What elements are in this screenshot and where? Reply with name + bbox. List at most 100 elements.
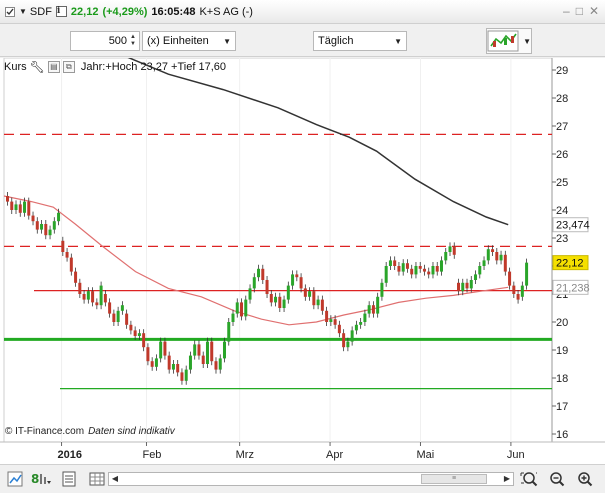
candle [184, 369, 188, 381]
candle [10, 201, 14, 210]
candle [350, 330, 354, 342]
candle [401, 263, 405, 272]
candle [346, 341, 350, 348]
x-tick-label: Mai [416, 449, 434, 461]
candle [27, 201, 31, 216]
scroll-thumb[interactable]: ≡ [421, 474, 487, 484]
candle [74, 271, 78, 283]
candle [231, 313, 235, 322]
candle [86, 291, 90, 300]
year-range-info: Jahr:+Hoch 23,27 +Tief 17,60 [80, 61, 226, 73]
candle [405, 263, 409, 269]
candle [197, 344, 201, 356]
candle [261, 268, 265, 280]
print-icon[interactable] [60, 470, 78, 488]
candle [312, 291, 316, 306]
period-select-label: Täglich [318, 35, 354, 47]
indicator-icon[interactable]: 8 [30, 470, 51, 488]
zoom-fit-icon[interactable] [520, 470, 538, 488]
y-tick-label: 16 [556, 429, 568, 441]
candle [478, 266, 482, 275]
candle [286, 285, 290, 300]
info-icon[interactable]: i [55, 6, 67, 17]
price-change: (+4,29%) [102, 5, 148, 18]
candle [137, 333, 141, 336]
candle [167, 355, 171, 370]
candle [380, 282, 384, 297]
copy-icon[interactable]: ⧉ [62, 61, 75, 73]
candle [474, 274, 478, 280]
x-tick-label: Mrz [236, 449, 254, 461]
candle [103, 294, 107, 303]
candle [142, 333, 146, 348]
candle [457, 282, 461, 292]
bottom-toolbar: 8 ◀ ≡ ▶ [0, 464, 605, 493]
timeline-scrollbar[interactable]: ◀ ≡ ▶ [108, 472, 514, 486]
candle [376, 296, 380, 314]
unit-select[interactable]: (x) Einheiten ▼ [142, 31, 236, 51]
spin-arrows-icon[interactable]: ▲ ▼ [130, 34, 136, 48]
candle [252, 277, 256, 289]
x-tick-label: Jun [507, 449, 525, 461]
candle [193, 344, 197, 356]
candle [95, 302, 99, 306]
table-icon[interactable] [88, 470, 106, 488]
candle [108, 302, 112, 314]
close-button[interactable]: ✕ [589, 4, 599, 18]
period-select[interactable]: Täglich ▼ [313, 31, 407, 51]
value-label: 23,474 [556, 220, 590, 232]
timestamp: 16:05:48 [151, 5, 196, 18]
candle [35, 221, 39, 230]
window-controls: – □ ✕ [563, 4, 599, 18]
chevron-down-icon: ▼ [394, 36, 402, 46]
candle [278, 296, 282, 308]
candle [320, 299, 324, 311]
candle [159, 341, 163, 359]
candle [439, 260, 443, 272]
restore-button[interactable]: □ [576, 4, 583, 18]
wrench-icon[interactable]: 🔧︎ [30, 60, 45, 74]
candle [91, 291, 95, 303]
value-label: 22,12 [556, 258, 584, 270]
chart-type-button[interactable]: ▼ [486, 28, 532, 54]
price-chart[interactable]: 29282726252423222120191817162016FebMrzAp… [0, 58, 605, 464]
x-tick-label: Apr [326, 449, 343, 461]
candle [491, 249, 495, 252]
zoom-in-icon[interactable] [576, 470, 594, 488]
candle [188, 355, 192, 370]
candle [371, 305, 375, 314]
document-icon[interactable]: ▤ [47, 61, 60, 73]
chart-panel[interactable]: 29282726252423222120191817162016FebMrzAp… [0, 58, 605, 464]
svg-text:8: 8 [31, 472, 39, 486]
symbol-dropdown[interactable]: ▼ SDF [4, 6, 52, 18]
candle [465, 282, 469, 289]
candle [388, 260, 392, 266]
y-tick-label: 17 [556, 401, 568, 413]
y-tick-label: 23 [556, 233, 568, 245]
candle [325, 310, 329, 322]
candle [201, 355, 205, 364]
candle [57, 212, 61, 222]
candle [482, 260, 486, 266]
zoom-out-icon[interactable] [548, 470, 566, 488]
symbol-label: SDF [29, 5, 52, 18]
candle [295, 274, 299, 278]
chart-header: Kurs 🔧︎ ▤ ⧉ Jahr:+Hoch 23,27 +Tief 17,60 [4, 60, 226, 74]
chart-refresh-icon[interactable] [6, 470, 24, 488]
candle [227, 322, 231, 342]
minimize-button[interactable]: – [563, 4, 570, 18]
chart-label: Kurs [4, 61, 27, 73]
candle [257, 268, 261, 278]
candle [410, 268, 414, 275]
value-label: 21,238 [556, 282, 590, 294]
candle [65, 252, 69, 258]
scroll-right-icon[interactable]: ▶ [501, 473, 513, 485]
candle [303, 288, 307, 297]
quantity-stepper[interactable]: 500 ▲ ▼ [70, 31, 140, 51]
candle [486, 249, 490, 261]
candle [129, 324, 133, 331]
candle [461, 282, 465, 292]
scroll-left-icon[interactable]: ◀ [109, 473, 121, 485]
candle [18, 204, 22, 213]
candle [40, 224, 44, 230]
